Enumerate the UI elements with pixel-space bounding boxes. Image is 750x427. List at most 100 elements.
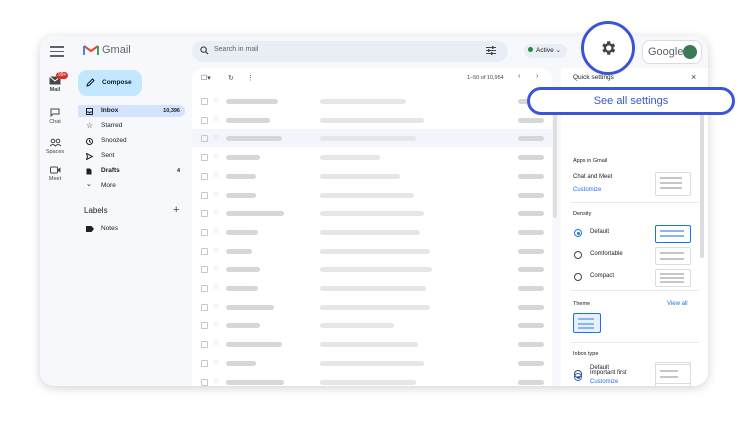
table-row[interactable]: ☆ xyxy=(192,373,552,387)
density-default-thumbnail xyxy=(655,225,691,243)
star-icon[interactable]: ☆ xyxy=(213,171,219,179)
inbox-important-row[interactable]: Important first xyxy=(561,364,708,384)
rail-mail[interactable]: 99+ Mail xyxy=(40,72,70,93)
star-icon[interactable]: ☆ xyxy=(213,377,219,385)
star-icon[interactable]: ☆ xyxy=(213,227,219,235)
table-row[interactable]: ☆ xyxy=(192,129,552,148)
star-icon[interactable]: ☆ xyxy=(213,339,219,347)
table-row[interactable]: ☆ xyxy=(192,279,552,297)
table-row[interactable]: ☆ xyxy=(192,354,552,372)
table-row[interactable]: ☆ xyxy=(192,167,552,185)
rail-chat[interactable]: Chat xyxy=(40,108,70,125)
theme-view-all-link[interactable]: View all xyxy=(667,301,688,307)
star-icon[interactable]: ☆ xyxy=(213,133,219,141)
main-menu-icon[interactable] xyxy=(50,46,64,57)
compose-label: Compose xyxy=(102,79,132,86)
row-checkbox[interactable] xyxy=(201,322,208,330)
table-row[interactable]: ☆ xyxy=(192,223,552,241)
star-icon[interactable]: ☆ xyxy=(213,190,219,198)
redacted-date xyxy=(518,192,544,198)
more-actions-icon[interactable]: ⋮ xyxy=(247,74,254,82)
table-row[interactable]: ☆ xyxy=(192,242,552,260)
row-checkbox[interactable] xyxy=(201,154,208,162)
nav-drafts[interactable]: Drafts 4 xyxy=(78,165,185,177)
close-icon[interactable]: × xyxy=(691,72,696,82)
table-row[interactable]: ☆ xyxy=(192,335,552,353)
search-bar[interactable]: Search in mail xyxy=(192,41,508,62)
star-icon[interactable]: ☆ xyxy=(213,283,219,291)
inbox-important-radio[interactable] xyxy=(574,370,582,378)
settings-scrollbar[interactable] xyxy=(700,98,704,258)
row-checkbox[interactable] xyxy=(201,228,208,236)
table-row[interactable]: ☆ xyxy=(192,204,552,222)
redacted-subject xyxy=(320,342,418,348)
redacted-subject xyxy=(320,286,426,291)
nav-more[interactable]: ⌄ More xyxy=(78,180,185,192)
nav-snoozed[interactable]: Snoozed xyxy=(78,135,185,147)
google-brand: Google xyxy=(648,46,684,58)
refresh-icon[interactable]: ↻ xyxy=(228,74,234,82)
table-row[interactable]: ☆ xyxy=(192,260,552,278)
rail-meet[interactable]: Meet xyxy=(40,166,70,182)
redacted-sender xyxy=(226,360,256,366)
table-row[interactable]: ☆ xyxy=(192,298,552,316)
star-icon[interactable]: ☆ xyxy=(213,96,219,104)
row-checkbox[interactable] xyxy=(201,191,208,199)
avatar[interactable] xyxy=(683,45,697,59)
search-input[interactable]: Search in mail xyxy=(214,46,258,53)
star-icon[interactable]: ☆ xyxy=(213,208,219,216)
nav-starred[interactable]: ☆ Starred xyxy=(78,120,185,132)
add-label-icon[interactable]: + xyxy=(173,204,179,216)
table-row[interactable]: ☆ xyxy=(192,186,552,204)
row-checkbox[interactable] xyxy=(201,98,208,105)
table-row[interactable]: ☆ xyxy=(192,148,552,166)
table-row[interactable]: ☆ xyxy=(192,316,552,334)
theme-thumbnail[interactable] xyxy=(573,313,601,333)
row-checkbox[interactable] xyxy=(201,303,208,311)
star-icon[interactable]: ☆ xyxy=(213,358,219,366)
row-checkbox[interactable] xyxy=(201,285,208,292)
row-checkbox[interactable] xyxy=(201,135,208,143)
older-page-icon[interactable]: › xyxy=(536,73,538,80)
row-checkbox[interactable] xyxy=(201,341,208,349)
apps-customize-link[interactable]: Customize xyxy=(573,187,601,193)
star-icon[interactable]: ☆ xyxy=(213,246,219,254)
row-checkbox[interactable] xyxy=(201,378,208,386)
row-checkbox[interactable] xyxy=(201,210,208,218)
search-options-icon[interactable] xyxy=(486,46,496,55)
row-checkbox[interactable] xyxy=(201,266,208,274)
label-notes[interactable]: Notes xyxy=(78,223,185,235)
draft-icon xyxy=(86,168,92,175)
row-checkbox[interactable] xyxy=(201,116,208,124)
table-row[interactable]: ☆ xyxy=(192,92,552,110)
newer-page-icon[interactable]: ‹ xyxy=(518,73,520,80)
redacted-date xyxy=(518,211,544,217)
row-checkbox[interactable] xyxy=(201,247,208,255)
star-icon[interactable]: ☆ xyxy=(213,152,219,160)
nav-count: 4 xyxy=(176,168,180,174)
status-selector[interactable]: Active ⌄ xyxy=(524,44,567,58)
pencil-icon xyxy=(86,78,95,87)
row-checkbox[interactable] xyxy=(201,359,208,367)
divider xyxy=(571,202,699,203)
rail-spaces[interactable]: Spaces xyxy=(40,138,70,155)
table-row[interactable]: ☆ xyxy=(192,111,552,129)
nav-inbox[interactable]: Inbox 10,396 xyxy=(78,105,185,117)
star-icon[interactable]: ☆ xyxy=(213,302,219,310)
star-icon[interactable]: ☆ xyxy=(213,264,219,272)
compose-button[interactable]: Compose xyxy=(78,70,142,96)
redacted-subject xyxy=(320,267,432,273)
settings-button[interactable] xyxy=(581,21,635,75)
see-all-settings-button[interactable]: See all settings xyxy=(527,87,735,115)
star-icon[interactable]: ☆ xyxy=(213,320,219,328)
density-compact-radio[interactable] xyxy=(574,273,582,281)
nav-sent[interactable]: Sent xyxy=(78,150,185,162)
star-icon[interactable]: ☆ xyxy=(213,115,219,123)
select-all-checkbox[interactable]: ☐▾ xyxy=(201,74,211,82)
account-button[interactable]: Google xyxy=(642,40,702,64)
density-default-radio[interactable] xyxy=(574,229,582,237)
search-icon[interactable] xyxy=(200,46,209,55)
row-checkbox[interactable] xyxy=(201,172,208,180)
density-comfortable-radio[interactable] xyxy=(574,251,582,259)
redacted-date xyxy=(518,360,544,366)
